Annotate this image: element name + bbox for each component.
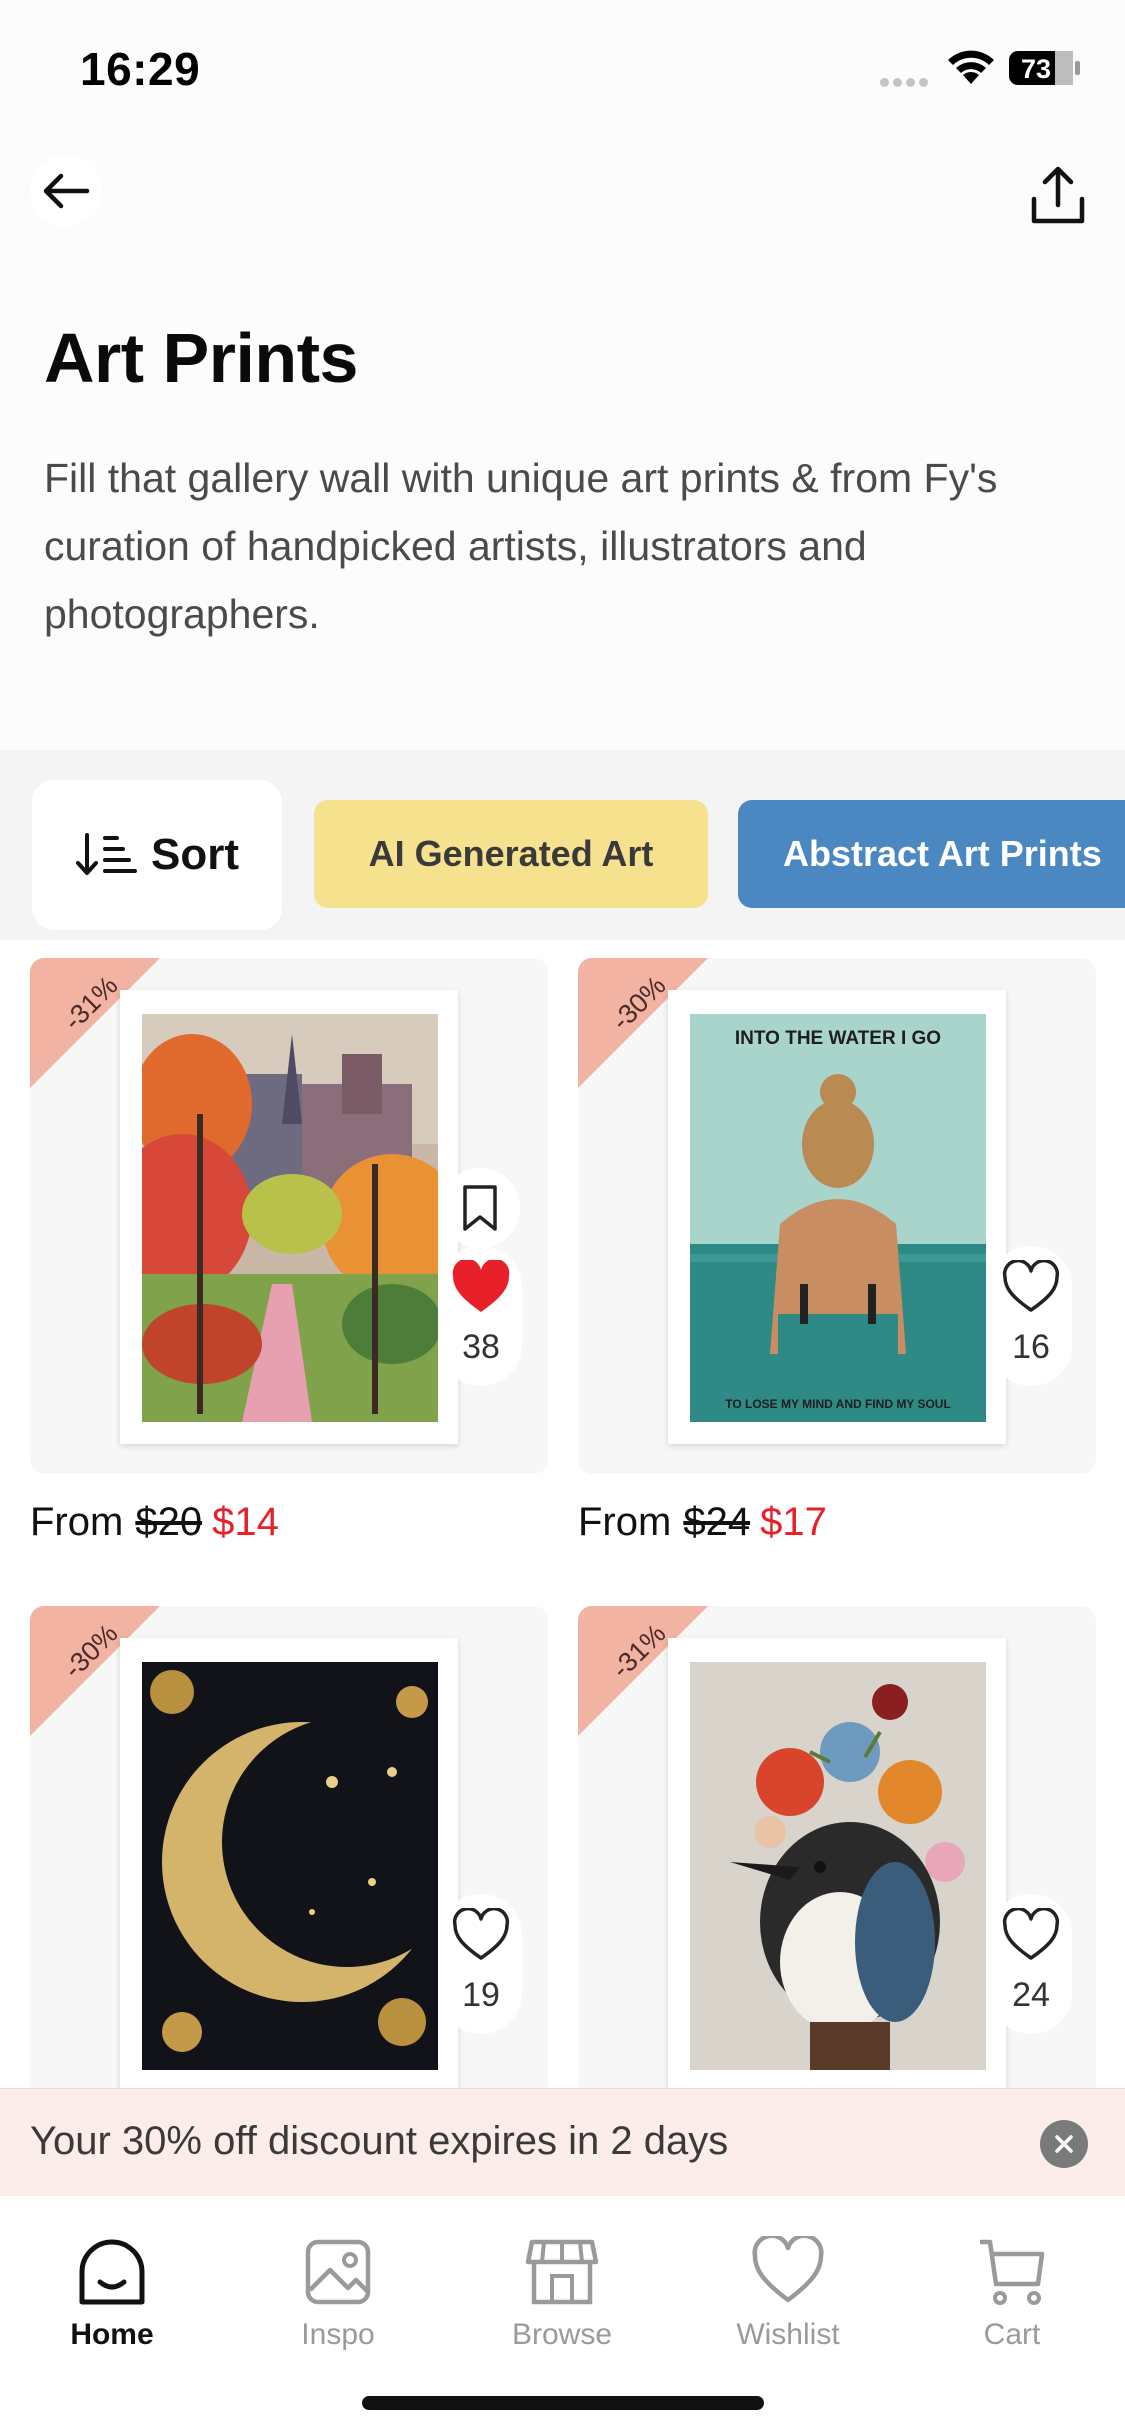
art-text-top: INTO THE WATER I GO <box>735 1028 941 1049</box>
heart-outline-icon <box>1002 1908 1060 1960</box>
heart-icon <box>752 2236 824 2303</box>
like-count: 24 <box>1012 1976 1050 2014</box>
share-button[interactable] <box>1022 160 1094 232</box>
product-grid: -31% 38 From $20 $14 -30% INTO THE WATER… <box>0 940 1125 2090</box>
wifi-icon <box>946 46 996 86</box>
arrow-left-icon <box>43 173 90 209</box>
chip-ai-generated-art[interactable]: AI Generated Art <box>314 800 708 908</box>
battery-icon: 73 <box>1008 50 1082 86</box>
tab-label: Cart <box>983 2318 1041 2351</box>
price-prefix: From <box>578 1500 672 1544</box>
chip-abstract-art-prints[interactable]: Abstract Art Prints <box>738 800 1125 908</box>
sale-price: $14 <box>212 1500 279 1544</box>
banner-text: Your 30% off discount expires in 2 days <box>30 2119 729 2163</box>
page-description: Fill that gallery wall with unique art p… <box>44 455 998 637</box>
share-icon <box>1031 166 1085 224</box>
price-prefix: From <box>30 1500 124 1544</box>
like-count: 16 <box>1012 1328 1050 1366</box>
tab-label: Wishlist <box>736 2318 840 2351</box>
tab-label: Inspo <box>301 2318 375 2351</box>
product-card[interactable]: -31% <box>30 958 548 1474</box>
signal-icon <box>880 74 934 87</box>
heart-outline-icon <box>452 1908 510 1960</box>
banner-close-button[interactable] <box>1040 2120 1088 2168</box>
like-button[interactable]: 19 <box>440 1894 522 2034</box>
tab-browse[interactable]: Browse <box>472 2236 652 2366</box>
product-frame <box>668 1638 1006 2090</box>
battery-level: 73 <box>1021 54 1051 84</box>
product-frame <box>120 990 458 1444</box>
tab-label: Browse <box>511 2318 613 2351</box>
original-price: $24 <box>683 1500 751 1544</box>
product-image <box>142 1662 438 2070</box>
product-card[interactable]: -30% 19 <box>30 1606 548 2090</box>
like-button[interactable]: 24 <box>990 1894 1072 2034</box>
product-image <box>690 1662 986 2070</box>
original-price: $20 <box>135 1500 203 1544</box>
cart-icon <box>980 2239 1045 2305</box>
like-count: 19 <box>462 1976 500 2014</box>
like-button[interactable]: 16 <box>990 1246 1072 1386</box>
bookmark-icon <box>463 1185 497 1231</box>
image-icon <box>305 2239 371 2305</box>
sort-label: Sort <box>151 830 239 879</box>
tab-inspo[interactable]: Inspo <box>248 2236 428 2366</box>
heart-outline-icon <box>1002 1260 1060 1312</box>
page-title: Art Prints <box>44 319 358 397</box>
tab-home[interactable]: Home <box>22 2236 202 2366</box>
status-time: 16:29 <box>80 43 201 95</box>
art-text-bottom: TO LOSE MY MIND AND FIND MY SOUL <box>725 1397 951 1411</box>
discount-banner: Your 30% off discount expires in 2 days <box>0 2088 1125 2196</box>
product-frame <box>120 1638 458 2090</box>
like-button[interactable]: 38 <box>440 1246 522 1386</box>
sort-button[interactable]: Sort <box>32 780 282 930</box>
tab-wishlist[interactable]: Wishlist <box>698 2236 878 2366</box>
product-price: From $24 $17 <box>578 1500 827 1545</box>
product-image: INTO THE WATER I GO TO LOSE MY MIND AND … <box>690 1014 986 1422</box>
like-count: 38 <box>462 1328 500 1366</box>
tab-cart[interactable]: Cart <box>922 2236 1102 2366</box>
home-icon <box>79 2239 145 2305</box>
product-price: From $20 $14 <box>30 1500 279 1545</box>
save-button[interactable] <box>440 1168 520 1248</box>
product-card[interactable]: -30% INTO THE WATER I GO TO LOSE MY MIND… <box>578 958 1096 1474</box>
back-button[interactable] <box>30 155 102 227</box>
product-card[interactable]: -31% <box>578 1606 1096 2090</box>
product-frame: INTO THE WATER I GO TO LOSE MY MIND AND … <box>668 990 1006 1444</box>
product-image <box>142 1014 438 1422</box>
status-bar: 16:29 73 <box>0 0 1125 140</box>
sale-price: $17 <box>760 1500 827 1544</box>
home-indicator <box>362 2396 764 2410</box>
tab-label: Home <box>70 2318 154 2351</box>
heart-filled-icon <box>452 1260 510 1312</box>
shop-icon <box>525 2239 599 2305</box>
close-icon <box>1055 2135 1073 2153</box>
sort-icon <box>76 833 137 875</box>
